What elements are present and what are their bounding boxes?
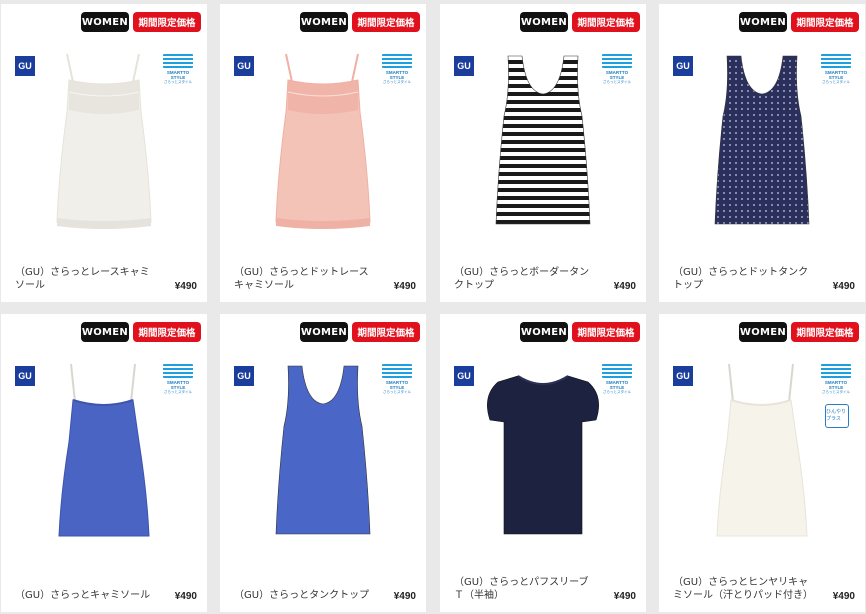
product-name[interactable]: （GU）さらっとタンクトップ (234, 589, 370, 602)
women-badge: WOMEN (520, 322, 568, 342)
product-card[interactable]: WOMEN 期間限定価格 GU SMARTTO STYLE さらっとスタイル （… (1, 4, 207, 302)
product-name[interactable]: （GU）さらっとキャミソール (15, 589, 151, 602)
product-card[interactable]: WOMEN 期間限定価格 GU SMARTTO STYLE さらっとスタイル ひ… (659, 314, 865, 612)
gu-logo-icon: GU (234, 366, 254, 386)
women-badge: WOMEN (300, 322, 348, 342)
product-grid: WOMEN 期間限定価格 GU SMARTTO STYLE さらっとスタイル （… (0, 0, 866, 614)
limited-price-badge: 期間限定価格 (791, 12, 859, 32)
product-image[interactable] (39, 52, 169, 232)
product-image[interactable] (478, 52, 608, 232)
limited-price-badge: 期間限定価格 (133, 322, 201, 342)
product-price: ¥490 (174, 281, 197, 292)
limited-price-badge: 期間限定価格 (572, 12, 640, 32)
limited-price-badge: 期間限定価格 (791, 322, 859, 342)
product-price: ¥490 (832, 281, 855, 292)
product-image[interactable] (478, 362, 608, 542)
limited-price-badge: 期間限定価格 (352, 322, 420, 342)
limited-price-badge: 期間限定価格 (133, 12, 201, 32)
product-image[interactable] (258, 52, 388, 232)
women-badge: WOMEN (81, 322, 129, 342)
product-name[interactable]: （GU）さらっとパフスリーブＴ（半袖） (454, 576, 590, 602)
product-card[interactable]: WOMEN 期間限定価格 GU SMARTTO STYLE さらっとスタイル （… (1, 314, 207, 612)
gu-logo-icon: GU (673, 366, 693, 386)
women-badge: WOMEN (81, 12, 129, 32)
product-card[interactable]: WOMEN 期間限定価格 GU SMARTTO STYLE さらっとスタイル （… (220, 314, 426, 612)
gu-logo-icon: GU (454, 56, 474, 76)
product-name[interactable]: （GU）さらっとレースキャミソール (15, 266, 151, 292)
product-image[interactable] (697, 52, 827, 232)
product-card[interactable]: WOMEN 期間限定価格 GU SMARTTO STYLE さらっとスタイル （… (220, 4, 426, 302)
women-badge: WOMEN (300, 12, 348, 32)
product-name[interactable]: （GU）さらっとヒンヤリキャミソール（汗とりパッド付き） (673, 576, 813, 602)
limited-price-badge: 期間限定価格 (352, 12, 420, 32)
gu-logo-icon: GU (15, 56, 35, 76)
gu-logo-icon: GU (234, 56, 254, 76)
product-price: ¥490 (174, 591, 197, 602)
product-price: ¥490 (393, 281, 416, 292)
limited-price-badge: 期間限定価格 (572, 322, 640, 342)
product-name[interactable]: （GU）さらっとドットレースキャミソール (234, 266, 370, 292)
product-price: ¥490 (832, 591, 855, 602)
gu-logo-icon: GU (454, 366, 474, 386)
product-image[interactable] (258, 362, 388, 542)
product-price: ¥490 (613, 591, 636, 602)
product-price: ¥490 (393, 591, 416, 602)
women-badge: WOMEN (739, 322, 787, 342)
cooling-plus-icon: ひんやりプラス (825, 404, 849, 428)
product-card[interactable]: WOMEN 期間限定価格 GU SMARTTO STYLE さらっとスタイル （… (440, 314, 646, 612)
gu-logo-icon: GU (15, 366, 35, 386)
gu-logo-icon: GU (673, 56, 693, 76)
product-image[interactable] (39, 362, 169, 542)
women-badge: WOMEN (739, 12, 787, 32)
product-image[interactable] (697, 362, 827, 542)
women-badge: WOMEN (520, 12, 568, 32)
product-name[interactable]: （GU）さらっとドットタンクトップ (673, 266, 809, 292)
product-name[interactable]: （GU）さらっとボーダータンクトップ (454, 266, 590, 292)
product-card[interactable]: WOMEN 期間限定価格 GU SMARTTO STYLE さらっとスタイル （… (440, 4, 646, 302)
product-price: ¥490 (613, 281, 636, 292)
product-card[interactable]: WOMEN 期間限定価格 GU SMARTTO STYLE さらっとスタイル （… (659, 4, 865, 302)
